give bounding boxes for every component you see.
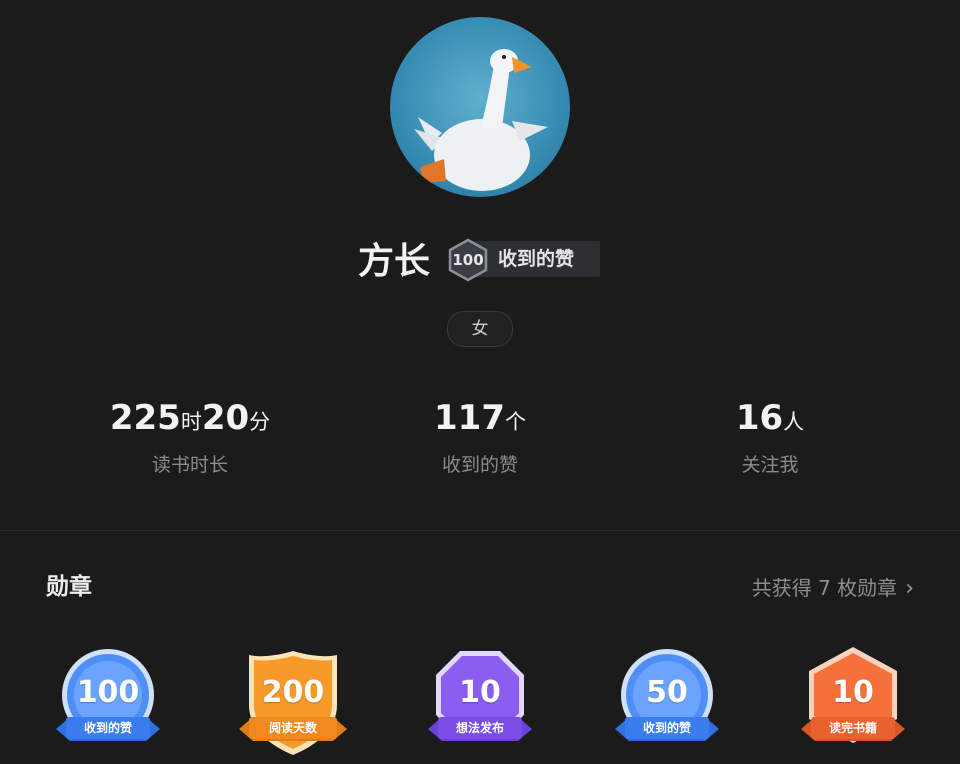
stat-reading-time[interactable]: 225时20分 读书时长 xyxy=(60,396,320,477)
chevron-right-icon: › xyxy=(905,576,914,601)
medal-number: 10 xyxy=(459,675,501,710)
stat-label: 读书时长 xyxy=(151,454,228,476)
badge-number: 100 xyxy=(452,251,484,269)
user-name: 方长 xyxy=(358,240,431,282)
medals-summary-link[interactable]: 共获得 7 枚勋章 › xyxy=(752,571,914,606)
stat-followers[interactable]: 16人 关注我 xyxy=(640,396,900,477)
medal-label: 想法发布 xyxy=(455,721,504,735)
medal-number: 100 xyxy=(76,675,140,710)
likes-badge[interactable]: 100 收到的赞 xyxy=(446,238,602,282)
medals-title: 勋章 xyxy=(46,574,92,600)
medal-label: 阅读天数 xyxy=(268,721,317,735)
medal-label: 收到的赞 xyxy=(642,721,691,735)
profile-page: 方长 100 收到的赞 女 225时20分 读书时长 117个 收到的赞 16人… xyxy=(0,0,960,764)
medal-label: 收到的赞 xyxy=(83,721,132,735)
avatar[interactable] xyxy=(390,17,570,197)
medals-count-text: 共获得 7 枚勋章 xyxy=(751,576,898,600)
stat-label: 收到的赞 xyxy=(441,454,518,476)
gender-tag: 女 xyxy=(447,311,513,347)
stat-value: 16人 xyxy=(735,398,805,438)
medal-number: 10 xyxy=(832,675,874,710)
stat-likes-received[interactable]: 117个 收到的赞 xyxy=(350,396,610,477)
medal-item[interactable]: 10 读完书籍 xyxy=(793,645,913,764)
goose-avatar-image xyxy=(390,17,570,197)
medal-label: 读完书籍 xyxy=(828,721,877,735)
badge-text: 收到的赞 xyxy=(498,248,575,270)
stat-value: 225时20分 xyxy=(109,398,271,438)
medal-number: 200 xyxy=(261,675,325,710)
stat-label: 关注我 xyxy=(741,454,799,476)
medal-item[interactable]: 200 阅读天数 xyxy=(233,645,353,764)
medal-item[interactable]: 10 想法发布 xyxy=(420,645,540,764)
medal-item[interactable]: 50 收到的赞 xyxy=(607,645,727,764)
section-divider xyxy=(0,530,960,531)
medal-number: 50 xyxy=(646,675,688,710)
medal-item[interactable]: 100 收到的赞 xyxy=(48,645,168,764)
stat-value: 117个 xyxy=(434,398,526,438)
